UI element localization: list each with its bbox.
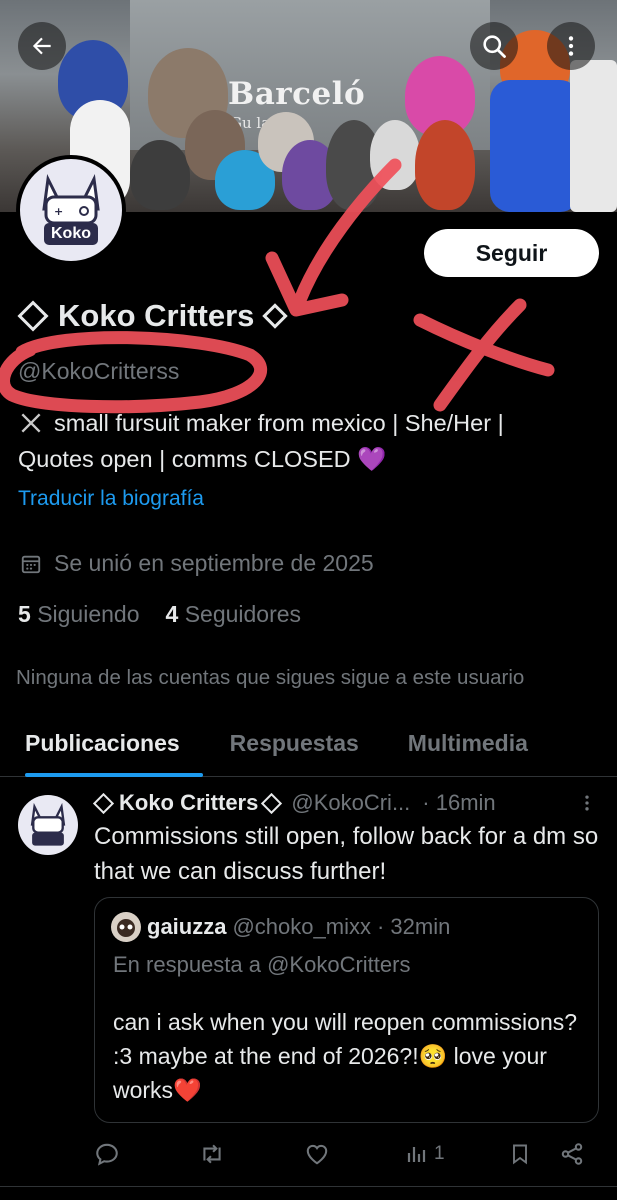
reply-button[interactable] [94, 1138, 120, 1170]
search-icon [483, 35, 506, 58]
quote-handle: @choko_mixx [232, 914, 371, 939]
share-icon [561, 1143, 583, 1165]
tab-label: Publicaciones [25, 730, 180, 756]
followers-label: Seguidores [184, 601, 302, 627]
joined-date: Se unió en septiembre de 2025 [20, 550, 374, 577]
tab-respuestas[interactable]: Respuestas [230, 715, 359, 777]
more-vertical-icon [568, 36, 574, 56]
diamond-icon [17, 300, 49, 332]
fursuit-figure [570, 60, 617, 212]
views-icon [407, 1147, 426, 1162]
views-button[interactable]: 1 [404, 1138, 445, 1170]
retweet-icon [203, 1144, 221, 1164]
quote-reply-context: En respuesta a @KokoCritters [113, 952, 411, 977]
banner-sign: Barceló [228, 76, 366, 112]
post-author[interactable]: Koko Critters [92, 790, 287, 816]
avatar-image: + Koko [20, 159, 122, 261]
fursuit-figure [490, 80, 580, 212]
views-count: 1 [434, 1143, 445, 1164]
post-avatar[interactable] [18, 795, 78, 855]
calendar-icon [21, 555, 41, 573]
follow-button[interactable]: Seguir [424, 229, 599, 277]
joined-text: Se unió en septiembre de 2025 [54, 550, 374, 576]
fursuit-figure [370, 120, 420, 190]
fursuit-figure [130, 140, 190, 210]
bookmark-icon [513, 1144, 527, 1165]
post-header: Koko Critters @KokoCri... · 16min [92, 790, 599, 816]
back-button[interactable] [18, 22, 66, 70]
profile-bio: small fursuit maker from mexico | She/He… [18, 405, 608, 477]
crossed-swords-icon [21, 413, 41, 433]
more-vertical-icon[interactable] [577, 792, 597, 814]
like-button[interactable] [304, 1138, 330, 1170]
active-tab-indicator [25, 773, 203, 777]
post-time: · 16min [422, 790, 496, 815]
bio-line-2: Quotes open | comms CLOSED 💜 [18, 446, 387, 472]
diamond-icon [262, 303, 289, 329]
post-actions: 1 [94, 1138, 599, 1170]
share-button[interactable] [559, 1138, 585, 1170]
followers-count: 4 [165, 601, 179, 627]
koko-logo-icon [30, 802, 66, 846]
translate-bio-link[interactable]: Traducir la biografía [18, 487, 204, 511]
quote-text: can i ask when you will reopen commissio… [113, 1009, 578, 1103]
quote-author-name: gaiuzza [147, 914, 227, 939]
koko-logo-icon: + [42, 173, 100, 225]
diamond-icon [92, 792, 115, 814]
quote-header: gaiuzza @choko_mixx · 32min [111, 912, 450, 942]
back-arrow-icon [32, 37, 51, 55]
next-post-divider [0, 1186, 617, 1187]
bio-line-1: small fursuit maker from mexico | She/He… [54, 410, 504, 436]
following-label: Siguiendo [37, 601, 140, 627]
follow-stats: 5 Siguiendo 4 Seguidores [18, 601, 301, 628]
quote-avatar-icon [117, 919, 135, 937]
tab-label: Multimedia [407, 730, 528, 756]
post-author-name: Koko Critters [119, 790, 259, 815]
followers-link[interactable]: 4 Seguidores [166, 601, 302, 628]
more-options-button[interactable] [547, 22, 595, 70]
annotation-x-stroke [413, 313, 555, 377]
search-button[interactable] [470, 22, 518, 70]
diamond-icon [261, 792, 283, 814]
mutuals-notice: Ninguna de las cuentas que sigues sigue … [16, 666, 525, 689]
profile-name-row: Koko Critters [17, 298, 290, 334]
avatar-logo-text: Koko [44, 223, 98, 245]
profile-avatar[interactable]: + Koko [16, 155, 126, 265]
following-link[interactable]: 5 Siguiendo [18, 601, 140, 628]
bookmark-button[interactable] [508, 1138, 532, 1170]
quote-time: · 32min [376, 914, 451, 939]
tab-multimedia[interactable]: Multimedia [408, 715, 528, 777]
bio-line: small fursuit maker from mexico | She/He… [18, 405, 608, 441]
annotation-x-stroke [433, 298, 527, 412]
following-count: 5 [18, 601, 31, 627]
fursuit-figure [415, 120, 475, 210]
reply-icon [96, 1143, 118, 1166]
post-text: Commissions still open, follow back for … [94, 823, 599, 885]
quoted-post[interactable]: gaiuzza @choko_mixx · 32min En respuesta… [94, 897, 599, 1123]
profile-handle: @KokoCritterss [18, 358, 180, 384]
tab-publicaciones[interactable]: Publicaciones [25, 715, 203, 777]
tab-label: Respuestas [229, 730, 359, 756]
like-icon [306, 1144, 328, 1165]
svg-text:+: + [54, 205, 63, 218]
profile-tabs: Publicaciones Respuestas Multimedia [0, 715, 617, 777]
repost-button[interactable] [198, 1138, 226, 1170]
profile-name: Koko Critters [58, 298, 255, 333]
quote-avatar [111, 912, 141, 942]
post-handle: @KokoCri... [291, 790, 411, 815]
